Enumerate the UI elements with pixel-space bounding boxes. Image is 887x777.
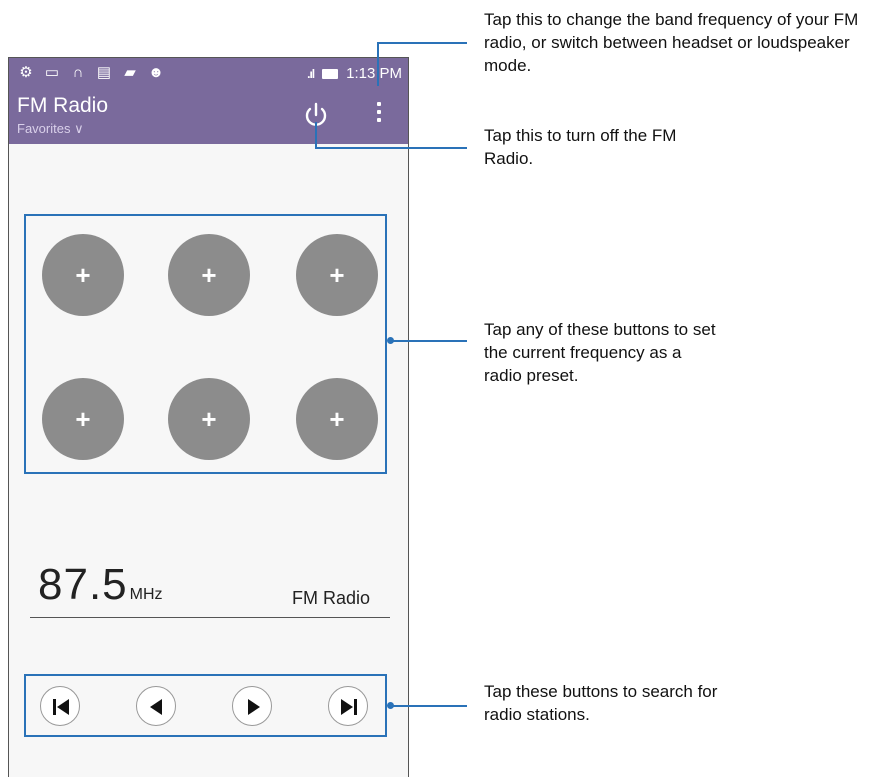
action-bar: FM Radio Favorites ∨ bbox=[9, 90, 408, 144]
callout-controls-text: Tap these buttons to search for radio st… bbox=[484, 682, 718, 724]
callout-line-menu bbox=[377, 42, 467, 44]
seek-previous-icon bbox=[150, 699, 162, 715]
seek-next-icon bbox=[248, 699, 260, 715]
headset-icon: ∩ bbox=[72, 64, 84, 81]
image-icon: ▭ bbox=[44, 64, 60, 81]
app-title: FM Radio bbox=[17, 94, 109, 117]
chevron-down-icon: ∨ bbox=[74, 121, 84, 136]
callout-line-menu bbox=[377, 42, 379, 86]
signal-icon: .ıl bbox=[307, 66, 315, 81]
preset-button[interactable]: + bbox=[168, 378, 250, 460]
skip-next-button[interactable] bbox=[328, 686, 368, 726]
overflow-menu-button[interactable] bbox=[369, 98, 389, 132]
preset-button[interactable]: + bbox=[168, 234, 250, 316]
menu-dot bbox=[377, 118, 381, 122]
preset-button[interactable]: + bbox=[296, 234, 378, 316]
callout-power-text: Tap this to turn off the FM Radio. bbox=[484, 126, 677, 168]
menu-dot bbox=[377, 110, 381, 114]
callout-line-controls bbox=[392, 705, 467, 707]
search-controls bbox=[24, 674, 387, 737]
menu-dot bbox=[377, 102, 381, 106]
preset-button[interactable]: + bbox=[296, 378, 378, 460]
cpu-icon: ▤ bbox=[96, 64, 112, 81]
frequency-unit: MHz bbox=[129, 586, 163, 603]
notification-icons: ⚙ ▭ ∩ ▤ ▰ ☻ bbox=[17, 64, 165, 82]
frequency-display: 87.5 MHz bbox=[38, 560, 163, 610]
skip-next-icon bbox=[341, 699, 357, 715]
station-name: FM Radio bbox=[292, 588, 371, 608]
seek-previous-button[interactable] bbox=[136, 686, 176, 726]
android-icon: ☻ bbox=[148, 64, 164, 81]
favorites-label: Favorites bbox=[17, 121, 71, 136]
preset-grid: + + + + + + bbox=[24, 214, 387, 474]
callout-line-power bbox=[315, 147, 467, 149]
skip-previous-icon bbox=[53, 699, 69, 715]
preset-button[interactable]: + bbox=[42, 234, 124, 316]
callout-menu-text: Tap this to change the band frequency of… bbox=[484, 10, 859, 75]
skip-previous-button[interactable] bbox=[40, 686, 80, 726]
seek-next-button[interactable] bbox=[232, 686, 272, 726]
frequency-value: 87.5 bbox=[38, 560, 128, 609]
battery-icon bbox=[322, 68, 339, 79]
status-right: .ıl 1:13 PM bbox=[307, 65, 402, 82]
clock: 1:13 PM bbox=[346, 65, 402, 82]
sd-card-icon: ▰ bbox=[124, 64, 136, 81]
callout-line-presets bbox=[392, 340, 467, 342]
preset-button[interactable]: + bbox=[42, 378, 124, 460]
callout-line-power bbox=[315, 122, 317, 148]
favorites-dropdown[interactable]: Favorites ∨ bbox=[17, 121, 84, 137]
settings-icon: ⚙ bbox=[19, 64, 33, 81]
status-bar: ⚙ ▭ ∩ ▤ ▰ ☻ .ıl 1:13 PM bbox=[9, 58, 408, 90]
divider bbox=[30, 617, 390, 618]
callout-presets-text: Tap any of these buttons to set the curr… bbox=[484, 320, 716, 385]
